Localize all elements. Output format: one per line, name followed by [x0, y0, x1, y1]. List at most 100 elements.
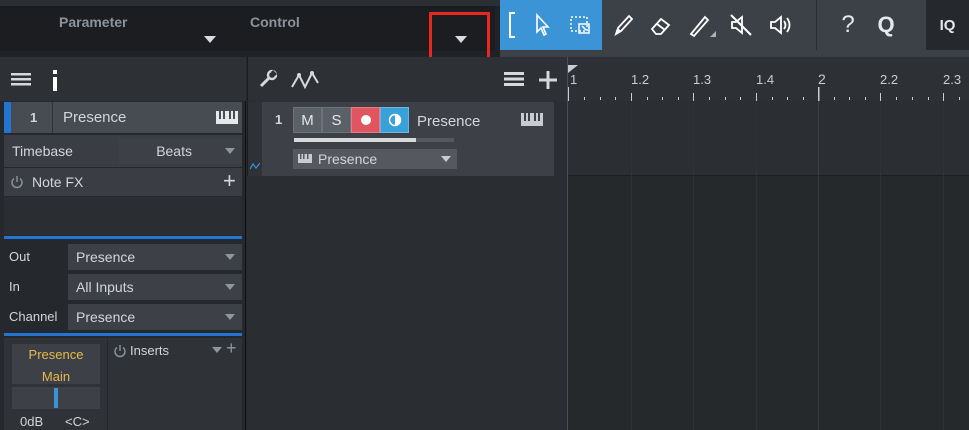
out-dropdown[interactable]: Presence: [68, 244, 242, 270]
timebase-value: Beats: [156, 143, 192, 159]
arrow-tool-icon[interactable]: [524, 0, 560, 50]
parameter-dropdown-arrow-icon[interactable]: [204, 36, 216, 43]
add-track-icon[interactable]: [538, 70, 558, 90]
record-icon: [360, 115, 371, 125]
chevron-down-icon: [225, 284, 235, 290]
pan-value[interactable]: <C>: [65, 414, 90, 429]
in-dropdown[interactable]: All Inputs: [68, 274, 242, 300]
studio-window: Parameter Control ? Q IQ 1 Presence Time…: [0, 0, 969, 430]
inspector-header: [0, 57, 246, 101]
monitor-button[interactable]: [380, 107, 409, 133]
power-icon[interactable]: [113, 344, 127, 358]
help-button[interactable]: ?: [830, 0, 866, 50]
automation-icon[interactable]: [290, 69, 320, 91]
out-row: Out Presence: [4, 242, 242, 272]
range-tool-icon[interactable]: [560, 0, 602, 50]
grid-line: [693, 101, 694, 430]
grid-line: [756, 101, 757, 430]
track-number: 1: [275, 112, 283, 127]
pan-slider[interactable]: [12, 387, 100, 409]
track-list-header: [247, 57, 567, 101]
parameter-label: Parameter: [59, 14, 128, 30]
lane-divider: [568, 175, 969, 176]
channel-label: Channel: [9, 309, 58, 324]
eraser-tool-icon[interactable]: [642, 0, 680, 50]
in-label: In: [9, 279, 20, 294]
record-button[interactable]: [351, 107, 380, 133]
ruler-mark: 2.3: [943, 72, 962, 87]
automation-mini-icon: [250, 162, 260, 170]
track-list-menu-icon[interactable]: [504, 71, 526, 87]
volume-value[interactable]: 0dB: [20, 414, 43, 429]
track-lane[interactable]: [568, 101, 969, 175]
inspector-track-header[interactable]: 1 Presence: [4, 102, 242, 133]
chevron-down-icon: [225, 254, 235, 260]
iq-button[interactable]: IQ: [926, 0, 969, 50]
parameter-control-area: Parameter Control: [0, 6, 495, 51]
chevron-down-icon: [225, 148, 235, 154]
track-list: 1 M S Presence Presence: [247, 57, 567, 430]
wrench-icon[interactable]: [258, 69, 278, 89]
instrument-keyboard-icon[interactable]: [521, 113, 543, 126]
in-value: All Inputs: [76, 279, 134, 295]
pan-indicator: [54, 388, 58, 408]
channel-name[interactable]: Presence: [12, 347, 100, 362]
quantize-button[interactable]: Q: [868, 0, 904, 50]
track-name[interactable]: Presence: [417, 113, 480, 130]
track-color-strip: [248, 102, 262, 176]
top-toolbar: Parameter Control ? Q IQ: [0, 0, 969, 64]
draw-tool-icon[interactable]: [680, 0, 722, 50]
timebase-label: Timebase: [12, 143, 73, 159]
monitor-icon: [388, 113, 401, 127]
instrument-name: Presence: [318, 151, 378, 167]
grid-line: [818, 101, 819, 430]
timeline-ruler[interactable]: 1 1.2 1.3 1.4 2 2.2 2.3: [567, 57, 969, 101]
section-separator: [4, 333, 242, 336]
ruler-mark: 2: [818, 71, 826, 87]
control-label: Control: [250, 14, 300, 30]
ruler-ticks: [568, 87, 960, 101]
ruler-mark: 1.4: [756, 72, 775, 87]
channel-bus[interactable]: Main: [12, 369, 100, 384]
power-icon[interactable]: [10, 175, 24, 189]
add-note-fx-icon[interactable]: +: [223, 168, 236, 194]
timebase-row: Timebase Beats: [4, 135, 242, 167]
ruler-mark: 2.2: [880, 72, 899, 87]
ruler-mark: 1: [570, 72, 578, 87]
keyboard-icon: [298, 154, 312, 163]
inserts-menu-arrow-icon[interactable]: [212, 347, 222, 353]
out-value: Presence: [76, 249, 136, 265]
list-icon[interactable]: [11, 71, 33, 89]
channel-row: Channel Presence: [4, 302, 242, 332]
track-name: Presence: [63, 109, 127, 126]
out-label: Out: [9, 249, 30, 264]
toolbar-divider: [816, 0, 817, 50]
section-separator: [4, 236, 242, 239]
track-row[interactable]: 1 M S Presence Presence: [247, 102, 554, 176]
solo-button[interactable]: S: [322, 107, 351, 133]
mute-button[interactable]: M: [293, 107, 322, 133]
grid-line: [943, 101, 944, 430]
tool-strip: ? Q IQ: [500, 0, 969, 57]
note-fx-label: Note FX: [32, 174, 84, 190]
chevron-down-icon: [441, 156, 451, 162]
mute-tool-icon[interactable]: [722, 0, 760, 50]
ruler-mark: 1.2: [631, 72, 650, 87]
arrange-view[interactable]: [567, 101, 969, 430]
info-icon[interactable]: [50, 68, 60, 92]
timebase-dropdown[interactable]: Beats: [119, 138, 242, 164]
track-volume-fill: [294, 138, 416, 142]
instrument-keyboard-icon[interactable]: [216, 111, 238, 124]
listen-tool-icon[interactable]: [760, 0, 802, 50]
loop-bracket-icon[interactable]: [500, 0, 524, 50]
paint-tool-icon[interactable]: [604, 0, 642, 50]
grid-line: [880, 101, 881, 430]
note-fx-slot-area: [4, 197, 242, 235]
channel-strip: Presence Main 0dB <C>: [4, 338, 107, 430]
track-volume-slider[interactable]: [294, 138, 454, 142]
instrument-dropdown[interactable]: Presence: [293, 149, 457, 169]
note-fx-row: Note FX +: [4, 168, 242, 196]
channel-dropdown[interactable]: Presence: [68, 304, 242, 330]
channel-value: Presence: [76, 309, 136, 325]
add-insert-icon[interactable]: +: [226, 338, 237, 359]
